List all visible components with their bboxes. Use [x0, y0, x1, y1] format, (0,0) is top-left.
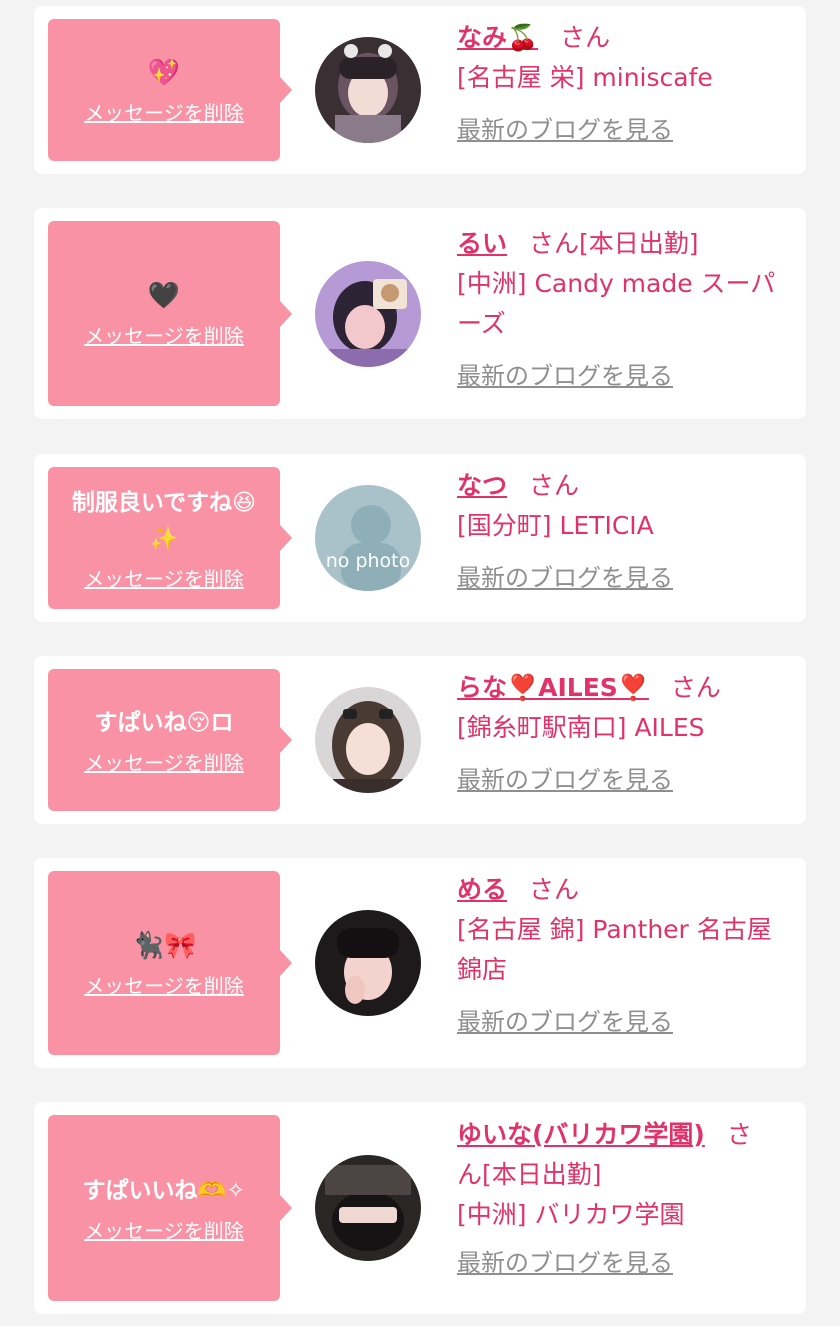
profile-photo-icon	[315, 910, 421, 1016]
shop-name: [錦糸町駅南口] AILES	[457, 713, 705, 742]
name-suffix-continued: ん[本日出勤]	[457, 1160, 602, 1189]
name-suffix: さん[本日出勤]	[529, 229, 699, 258]
message-card: 💖 メッセージを削除 なみ🍒 さん [名古屋 栄] miniscafe 最新のブロ…	[34, 6, 806, 174]
message-card: すぱいね😚ロ メッセージを削除 らな❣️AILES❣️ さん [錦糸町駅南口] A…	[34, 656, 806, 824]
message-text: すぱいいね🫶✧	[82, 1177, 246, 1204]
profile-info: なみ🍒 さん [名古屋 栄] miniscafe 最新のブログを見る	[457, 18, 790, 150]
delete-message-link[interactable]: メッセージを削除	[84, 1215, 244, 1244]
girl-name-link[interactable]: らな❣️AILES❣️	[457, 673, 649, 702]
message-card: すぱいいね🫶✧ メッセージを削除 ゆいな(バリカワ学園) さ ん[本日出勤] [中…	[34, 1102, 806, 1314]
avatar[interactable]	[315, 1155, 421, 1261]
message-text: すぱいね😚ロ	[94, 709, 234, 736]
no-photo-label: no photo	[326, 550, 411, 572]
profile-photo-icon	[315, 37, 421, 143]
view-blog-link[interactable]: 最新のブログを見る	[457, 1243, 673, 1283]
profile-photo-icon	[315, 261, 421, 367]
profile-info: らな❣️AILES❣️ さん [錦糸町駅南口] AILES 最新のブログを見る	[457, 668, 790, 800]
delete-message-link[interactable]: メッセージを削除	[84, 97, 244, 126]
avatar[interactable]	[315, 910, 421, 1016]
view-blog-link[interactable]: 最新のブログを見る	[457, 558, 673, 598]
shop-name: [中洲] バリカワ学園	[457, 1200, 685, 1229]
message-card: 制服良いですね😆✨ メッセージを削除 no photo なつ さん [国分町] L…	[34, 454, 806, 622]
name-suffix: さん	[560, 23, 611, 52]
view-blog-link[interactable]: 最新のブログを見る	[457, 110, 673, 150]
shop-name: [名古屋 栄] miniscafe	[457, 63, 713, 92]
profile-photo-icon	[315, 687, 421, 793]
message-bubble: 🖤 メッセージを削除	[48, 221, 292, 406]
profile-info: なつ さん [国分町] LETICIA 最新のブログを見る	[457, 466, 790, 598]
shop-name-continued: ーズ	[457, 309, 506, 338]
avatar[interactable]: no photo	[315, 485, 421, 591]
name-suffix: さん	[670, 673, 721, 702]
name-suffix: さ	[726, 1120, 752, 1149]
girl-name-link[interactable]: なつ	[457, 471, 507, 500]
profile-info: める さん [名古屋 錦] Panther 名古屋 錦店 最新のブログを見る	[457, 870, 790, 1042]
message-bubble: 制服良いですね😆✨ メッセージを削除	[48, 467, 292, 609]
shop-name: [国分町] LETICIA	[457, 511, 654, 540]
name-suffix: さん	[529, 875, 580, 904]
avatar[interactable]	[315, 687, 421, 793]
message-text: 💖	[147, 57, 181, 88]
name-suffix: さん	[529, 471, 580, 500]
girl-name-link[interactable]: ゆいな(バリカワ学園)	[457, 1120, 705, 1149]
delete-message-link[interactable]: メッセージを削除	[84, 747, 244, 776]
profile-info: ゆいな(バリカワ学園) さ ん[本日出勤] [中洲] バリカワ学園 最新のブログを…	[457, 1115, 790, 1283]
profile-info: るい さん[本日出勤] [中洲] Candy made スーパ ーズ 最新のブログ…	[457, 224, 790, 396]
shop-name: [名古屋 錦] Panther 名古屋	[457, 915, 772, 944]
message-card: 🖤 メッセージを削除 るい さん[本日出勤] [中洲] Candy made スー…	[34, 208, 806, 419]
girl-name-link[interactable]: なみ🍒	[457, 23, 538, 52]
message-bubble: すぱいいね🫶✧ メッセージを削除	[48, 1115, 292, 1301]
view-blog-link[interactable]: 最新のブログを見る	[457, 1002, 673, 1042]
no-photo-icon: no photo	[315, 485, 421, 591]
girl-name-link[interactable]: める	[457, 875, 507, 904]
profile-photo-icon	[315, 1155, 421, 1261]
message-card: 🐈‍⬛🎀 メッセージを削除 める さん [名古屋 錦] Panther 名古屋 錦…	[34, 858, 806, 1068]
message-text: 🐈‍⬛🎀	[131, 930, 197, 961]
message-bubble: 🐈‍⬛🎀 メッセージを削除	[48, 871, 292, 1055]
message-text: 制服良いですね😆✨	[71, 489, 257, 552]
message-bubble: すぱいね😚ロ メッセージを削除	[48, 669, 292, 811]
avatar[interactable]	[315, 37, 421, 143]
delete-message-link[interactable]: メッセージを削除	[84, 320, 244, 349]
delete-message-link[interactable]: メッセージを削除	[84, 563, 244, 592]
avatar[interactable]	[315, 261, 421, 367]
shop-name-continued: 錦店	[457, 955, 508, 984]
girl-name-link[interactable]: るい	[457, 229, 507, 258]
view-blog-link[interactable]: 最新のブログを見る	[457, 760, 673, 800]
message-bubble: 💖 メッセージを削除	[48, 19, 292, 161]
view-blog-link[interactable]: 最新のブログを見る	[457, 356, 673, 396]
message-text: 🖤	[147, 281, 181, 311]
shop-name: [中洲] Candy made スーパ	[457, 269, 776, 298]
delete-message-link[interactable]: メッセージを削除	[84, 970, 244, 999]
